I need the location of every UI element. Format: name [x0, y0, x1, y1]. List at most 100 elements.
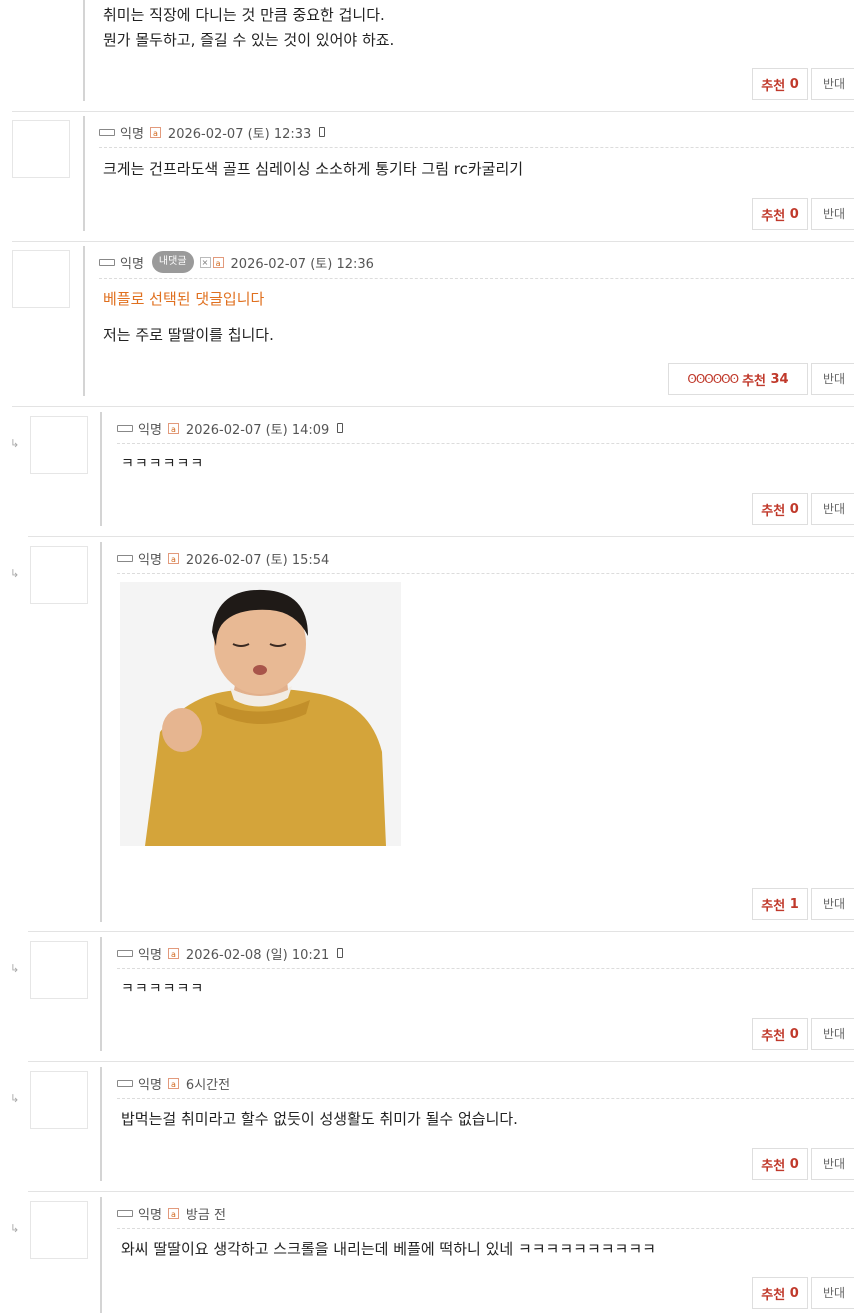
author-name[interactable]: 익명: [138, 549, 162, 568]
upvote-label: 추천: [761, 503, 786, 519]
comment-meta: 익명 a 2026-02-07 (토) 15:54: [117, 548, 329, 568]
user-badge-icon: a: [167, 552, 179, 564]
upvote-label: 추천: [742, 373, 766, 389]
avatar[interactable]: [12, 120, 70, 178]
upvote-button[interactable]: 추천 0: [752, 493, 808, 525]
upvote-count: 0: [789, 1285, 799, 1301]
downvote-button[interactable]: 반대: [811, 1277, 854, 1309]
comment-divider: [28, 1191, 854, 1192]
author-name[interactable]: 익명: [138, 944, 162, 963]
nickname-icon: [117, 1079, 133, 1087]
reaction-photo: [120, 582, 401, 846]
user-badge-icon: a: [167, 1207, 179, 1219]
user-badge-icon: a: [212, 256, 224, 268]
avatar[interactable]: [30, 1071, 88, 1129]
upvote-button[interactable]: 추천 0: [752, 198, 808, 230]
avatar[interactable]: [30, 1201, 88, 1259]
comment-date: 6시간전: [185, 1077, 231, 1093]
upvote-count: 1: [789, 896, 799, 912]
upvote-count: 0: [789, 76, 799, 92]
author-name[interactable]: 익명: [138, 419, 162, 438]
downvote-button[interactable]: 반대: [811, 1148, 854, 1180]
reply-arrow-icon: ↳: [10, 437, 20, 450]
upvote-label: 추천: [761, 1158, 786, 1174]
upvote-count: 0: [789, 206, 799, 222]
upvote-count: 0: [789, 1156, 799, 1172]
comment-thread-line: [83, 0, 85, 101]
reply-arrow-icon: ↳: [10, 1092, 20, 1105]
author-name[interactable]: 익명: [138, 1074, 162, 1093]
comment-text: 밥먹는걸 취미라고 할수 없듯이 성생활도 취미가 될수 없습니다.: [121, 1110, 518, 1128]
author-name[interactable]: 익명: [138, 1204, 162, 1223]
comment-date: 방금 전: [185, 1207, 226, 1223]
upvote-button[interactable]: 추천 0: [752, 1277, 808, 1309]
comment-meta: 익명 내댓글 × a 2026-02-07 (토) 12:36: [99, 251, 374, 273]
comment-date: 2026-02-07 (토) 12:36: [230, 256, 374, 272]
comment-image[interactable]: [120, 582, 401, 846]
upvote-button[interactable]: 추천 0: [752, 68, 808, 100]
comment-thread-line: [100, 1067, 102, 1181]
comment-divider: [12, 406, 854, 407]
delete-icon[interactable]: ×: [199, 256, 211, 268]
comment-divider: [28, 1061, 854, 1062]
upvote-count: 0: [789, 1026, 799, 1042]
upvote-label: 추천: [761, 1287, 786, 1303]
comment-thread-line: [83, 246, 85, 396]
comment-meta: 익명 a 2026-02-08 (일) 10:21: [117, 943, 344, 963]
comment-meta: 익명 a 2026-02-07 (토) 12:33: [99, 122, 326, 142]
user-badge-icon: a: [167, 422, 179, 434]
meta-divider: [117, 1228, 854, 1229]
comment-text: 크게는 건프라도색 골프 심레이싱 소소하게 통기타 그림 rc카굴리기: [103, 160, 524, 178]
avatar[interactable]: [12, 250, 70, 308]
downvote-button[interactable]: 반대: [811, 1018, 854, 1050]
egg-icons: ʘʘʘʘʘʘ: [687, 372, 739, 386]
comment-text: 뭔가 몰두하고, 즐길 수 있는 것이 있어야 하죠.: [103, 31, 395, 49]
comment-text: ㅋㅋㅋㅋㅋㅋ: [121, 456, 205, 472]
comment-thread-line: [100, 937, 102, 1051]
my-comment-badge: 내댓글: [151, 251, 194, 273]
upvote-label: 추천: [761, 208, 786, 224]
reply-arrow-icon: ↳: [10, 1222, 20, 1235]
nickname-icon: [117, 1209, 133, 1217]
author-name[interactable]: 익명: [120, 253, 144, 272]
upvote-label: 추천: [761, 1028, 786, 1044]
author-name[interactable]: 익명: [120, 123, 144, 142]
reply-arrow-icon: ↳: [10, 962, 20, 975]
nickname-icon: [117, 554, 133, 562]
comment-date: 2026-02-07 (토) 12:33: [167, 126, 312, 142]
comment-thread-line: [83, 116, 85, 231]
upvote-button[interactable]: 추천 1: [752, 888, 808, 920]
mobile-icon: [319, 127, 326, 137]
nickname-icon: [117, 949, 133, 957]
comment-date: 2026-02-08 (일) 10:21: [185, 947, 330, 963]
avatar[interactable]: [30, 546, 88, 604]
upvote-count: 0: [789, 501, 799, 517]
comment-meta: 익명 a 방금 전: [117, 1203, 226, 1223]
user-badge-icon: a: [167, 947, 179, 959]
meta-divider: [117, 573, 854, 574]
upvote-count: 34: [770, 371, 789, 387]
comment-thread-line: [100, 542, 102, 922]
avatar[interactable]: [30, 941, 88, 999]
meta-divider: [99, 278, 854, 279]
meta-divider: [117, 1098, 854, 1099]
avatar[interactable]: [30, 416, 88, 474]
mobile-icon: [337, 423, 344, 433]
comment-thread-line: [100, 1197, 102, 1313]
downvote-button[interactable]: 반대: [811, 68, 854, 100]
comment-divider: [28, 536, 854, 537]
upvote-button[interactable]: 추천 0: [752, 1148, 808, 1180]
reply-arrow-icon: ↳: [10, 567, 20, 580]
comment-date: 2026-02-07 (토) 15:54: [185, 552, 330, 568]
nickname-icon: [99, 128, 115, 136]
meta-divider: [117, 968, 854, 969]
nickname-icon: [99, 258, 115, 266]
downvote-button[interactable]: 반대: [811, 363, 854, 395]
downvote-button[interactable]: 반대: [811, 888, 854, 920]
downvote-button[interactable]: 반대: [811, 198, 854, 230]
upvote-button[interactable]: 추천 0: [752, 1018, 808, 1050]
comment-text: 취미는 직장에 다니는 것 만큼 중요한 겁니다.: [103, 6, 385, 24]
downvote-button[interactable]: 반대: [811, 493, 854, 525]
upvote-button[interactable]: ʘʘʘʘʘʘ 추천 34: [668, 363, 808, 395]
user-badge-icon: a: [149, 126, 161, 138]
